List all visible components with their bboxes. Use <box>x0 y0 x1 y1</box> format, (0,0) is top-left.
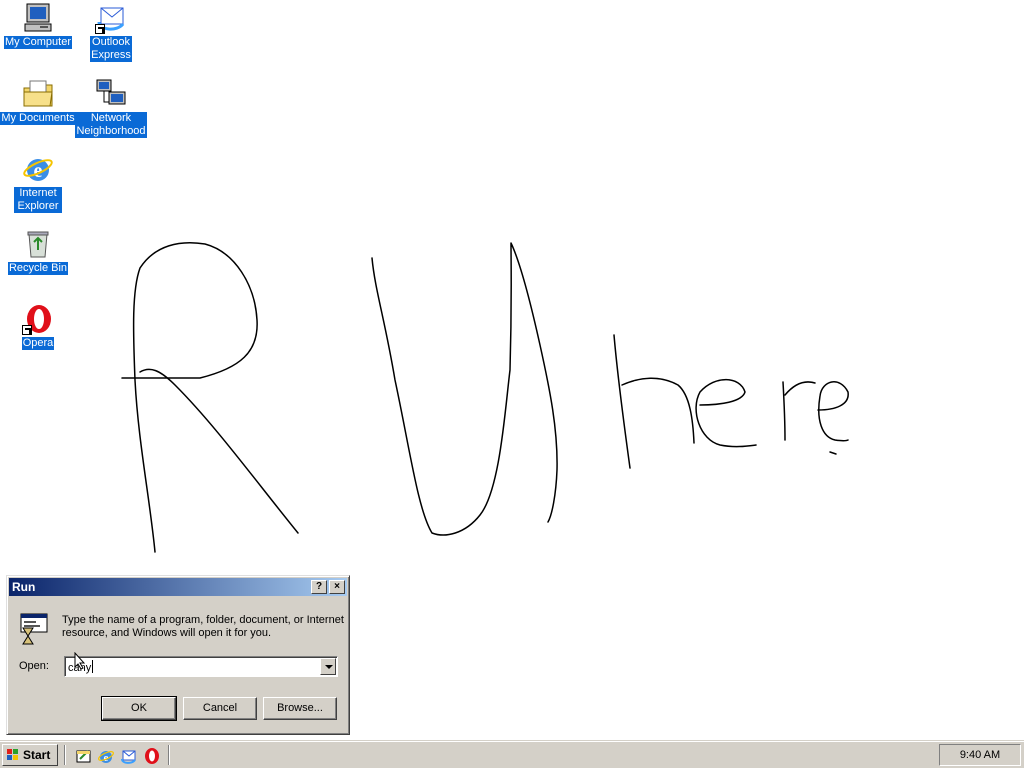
system-tray-clock[interactable]: 9:40 AM <box>939 744 1021 766</box>
desktop-icon-label: Network Neighborhood <box>75 112 147 138</box>
text-caret <box>92 660 94 673</box>
run-dialog-titlebar[interactable]: Run ? × <box>9 578 347 596</box>
desktop-icon-opera[interactable]: Opera <box>0 303 76 350</box>
desktop-icon-label: Recycle Bin <box>7 262 69 275</box>
desktop-icon-outlook-express[interactable]: Outlook Express <box>73 2 149 62</box>
desktop-icon-recycle-bin[interactable]: Recycle Bin <box>0 228 76 275</box>
dropdown-arrow-button[interactable] <box>320 658 336 675</box>
desktop-icon-my-computer[interactable]: My Computer <box>0 2 76 49</box>
desktop-icon-my-documents[interactable]: My Documents <box>0 78 76 125</box>
taskbar-separator <box>168 745 170 765</box>
show-desktop-icon[interactable] <box>75 747 93 765</box>
opera-icon <box>22 303 54 335</box>
browse-button[interactable]: Browse... <box>263 697 337 720</box>
desktop-icon-label: Opera <box>21 337 55 350</box>
shortcut-arrow-icon <box>95 24 105 34</box>
run-dialog: Run ? × Type the name of a program, fold… <box>6 575 350 735</box>
close-button[interactable]: × <box>329 580 345 594</box>
mouse-cursor-icon <box>74 652 86 670</box>
open-label: Open: <box>19 660 49 672</box>
help-button[interactable]: ? <box>311 580 327 594</box>
windows-logo-icon <box>7 749 18 760</box>
recycle-bin-icon <box>22 228 54 260</box>
internet-explorer-icon[interactable]: e <box>97 747 115 765</box>
open-combobox[interactable]: cany <box>64 656 338 677</box>
shortcut-arrow-icon <box>22 325 32 335</box>
desktop-icon-internet-explorer[interactable]: e Internet Explorer <box>0 153 76 213</box>
cancel-button[interactable]: Cancel <box>183 697 257 720</box>
desktop-icon-label: My Computer <box>3 36 73 49</box>
desktop-icon-network-neighborhood[interactable]: Network Neighborhood <box>73 78 149 138</box>
taskbar: Start e 9:40 AM <box>0 740 1024 768</box>
run-program-icon <box>17 612 51 646</box>
outlook-express-icon <box>95 2 127 34</box>
taskbar-separator <box>64 745 66 765</box>
desktop-icon-label: My Documents <box>0 112 76 125</box>
start-label: Start <box>23 748 51 762</box>
start-button[interactable]: Start <box>2 744 58 766</box>
run-description: Type the name of a program, folder, docu… <box>62 614 344 639</box>
my-computer-icon <box>22 2 54 34</box>
network-neighborhood-icon <box>95 78 127 110</box>
run-dialog-title: Run <box>12 580 36 594</box>
desktop-icon-label: Internet Explorer <box>14 187 62 213</box>
internet-explorer-icon: e <box>22 153 54 185</box>
outlook-express-icon[interactable] <box>120 747 138 765</box>
ok-button[interactable]: OK <box>101 696 177 721</box>
desktop-icon-label: Outlook Express <box>90 36 132 62</box>
opera-icon[interactable] <box>143 747 161 765</box>
my-documents-icon <box>22 78 54 110</box>
